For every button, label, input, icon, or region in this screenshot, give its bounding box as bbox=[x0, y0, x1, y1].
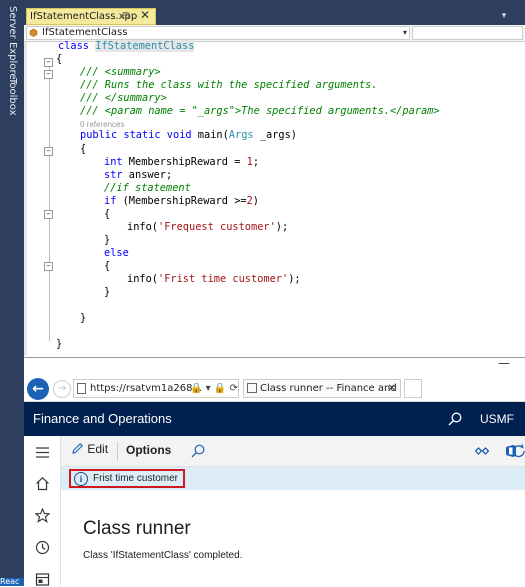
member-dropdown[interactable] bbox=[412, 26, 523, 40]
navigation-rail bbox=[24, 436, 61, 587]
edit-button[interactable]: Edit bbox=[71, 442, 108, 456]
code-line-main: public static void main(Args _args) bbox=[80, 129, 298, 141]
url-tools-icons[interactable]: 🔒 ▾ 🔒 ⟳ bbox=[190, 380, 238, 397]
code-line-brace: { bbox=[104, 208, 111, 220]
home-icon[interactable] bbox=[35, 476, 50, 491]
app-title[interactable]: Finance and Operations bbox=[33, 402, 172, 436]
pencil-icon bbox=[72, 443, 83, 454]
close-tab-icon[interactable]: ✕ bbox=[388, 380, 396, 397]
document-tab-active[interactable]: IfStatementClass.xpp ⊞ ✕ bbox=[26, 8, 156, 25]
chevron-down-icon: ▾ bbox=[402, 28, 407, 37]
code-line-else: else bbox=[104, 247, 129, 259]
page-title: Class runner bbox=[83, 518, 191, 539]
collapse-icon[interactable]: − bbox=[44, 58, 53, 67]
new-tab-button[interactable] bbox=[404, 379, 422, 398]
class-icon bbox=[29, 28, 38, 37]
edit-button-label: Edit bbox=[87, 442, 109, 456]
taskbar-item[interactable]: Reac bbox=[0, 578, 24, 586]
editor-margin bbox=[24, 42, 27, 356]
code-line-info: info('Frist time customer'); bbox=[127, 273, 301, 285]
close-tab-icon[interactable]: ✕ bbox=[140, 8, 150, 23]
workspaces-icon[interactable] bbox=[35, 572, 50, 587]
action-divider bbox=[117, 442, 118, 461]
code-line-str: str answer; bbox=[104, 169, 173, 181]
action-search-icon[interactable] bbox=[191, 444, 205, 458]
code-line-comment: //if statement bbox=[104, 182, 191, 194]
refresh-icon[interactable] bbox=[512, 444, 525, 458]
company-picker[interactable]: USMF bbox=[480, 402, 514, 436]
code-line-brace: } bbox=[80, 312, 87, 324]
page-icon bbox=[77, 383, 86, 394]
code-line-comment: /// Runs the class with the specified ar… bbox=[80, 79, 378, 91]
url-text: https://rsatvm1a268... bbox=[90, 383, 202, 394]
url-field[interactable]: https://rsatvm1a268... 🔒 ▾ 🔒 ⟳ bbox=[73, 379, 239, 398]
browser-titlebar: — bbox=[24, 357, 525, 376]
code-line-comment: /// <summary> bbox=[80, 66, 161, 78]
page-content: Class runner Class 'IfStatementClass' co… bbox=[61, 490, 525, 587]
favorites-star-icon[interactable] bbox=[35, 508, 50, 523]
app-header: Finance and Operations USMF bbox=[24, 402, 525, 436]
class-dropdown-value: IfStatementClass bbox=[42, 27, 128, 38]
hamburger-menu-icon[interactable] bbox=[35, 445, 50, 460]
info-icon: i bbox=[74, 472, 88, 486]
toolbox-tab[interactable]: Toolbox bbox=[7, 78, 18, 116]
status-text: Class 'IfStatementClass' completed. bbox=[83, 550, 243, 561]
browser-tab-title: Class runner -- Finance and O... bbox=[260, 383, 400, 394]
options-tab[interactable]: Options bbox=[126, 443, 171, 457]
code-line-open-brace: { bbox=[56, 53, 63, 65]
code-line-if: if (MembershipReward >=2) bbox=[104, 195, 259, 207]
collapse-icon[interactable]: − bbox=[44, 262, 53, 271]
collapse-icon[interactable]: − bbox=[44, 210, 53, 219]
tab-overflow-icon[interactable]: ▾ bbox=[496, 10, 512, 22]
code-line-brace: { bbox=[80, 143, 87, 155]
search-icon[interactable] bbox=[448, 412, 462, 426]
back-button[interactable]: ← bbox=[27, 378, 49, 400]
minimize-button[interactable]: — bbox=[496, 357, 512, 372]
code-line-brace: } bbox=[104, 234, 111, 246]
code-line-class: class IfStatementClass bbox=[58, 40, 195, 52]
action-pane: Edit Options bbox=[61, 436, 525, 467]
vs-document-tabs: IfStatementClass.xpp ⊞ ✕ ▾ bbox=[24, 8, 525, 25]
browser-address-bar: ← → https://rsatvm1a268... 🔒 ▾ 🔒 ⟳ Class… bbox=[24, 376, 525, 402]
class-name-token: IfStatementClass bbox=[95, 40, 195, 52]
collapse-icon[interactable]: − bbox=[44, 70, 53, 79]
code-line-comment: /// </summary> bbox=[80, 92, 167, 104]
connect-icon[interactable] bbox=[475, 444, 489, 458]
fold-guide bbox=[49, 156, 50, 326]
code-line-int: int MembershipReward = 1; bbox=[104, 156, 260, 168]
recent-clock-icon[interactable] bbox=[35, 540, 50, 555]
vs-left-dock: Server Explorer Toolbox bbox=[0, 0, 24, 586]
class-dropdown[interactable]: IfStatementClass ▾ bbox=[26, 26, 410, 40]
message-bar: i Frist time customer bbox=[61, 467, 525, 490]
vs-top-strip bbox=[24, 0, 525, 8]
browser-tab[interactable]: Class runner -- Finance and O... ✕ bbox=[243, 379, 401, 398]
browser-window: — ← → https://rsatvm1a268... 🔒 ▾ 🔒 ⟳ Cla… bbox=[24, 357, 525, 587]
code-line-brace: { bbox=[104, 260, 111, 272]
code-line-comment: /// <param name = "_args">The specified … bbox=[80, 105, 440, 117]
code-line-info: info('Frequest customer'); bbox=[127, 221, 289, 233]
forward-button[interactable]: → bbox=[53, 380, 71, 398]
code-line-brace: } bbox=[104, 286, 111, 298]
collapse-icon[interactable]: − bbox=[44, 147, 53, 156]
info-message-text: Frist time customer bbox=[93, 473, 179, 484]
code-line-close-brace: } bbox=[56, 338, 63, 350]
tab-favicon bbox=[247, 383, 257, 393]
pin-icon[interactable]: ⊞ bbox=[122, 9, 130, 24]
info-message[interactable]: i Frist time customer bbox=[69, 469, 185, 488]
server-explorer-tab[interactable]: Server Explorer bbox=[7, 6, 18, 84]
